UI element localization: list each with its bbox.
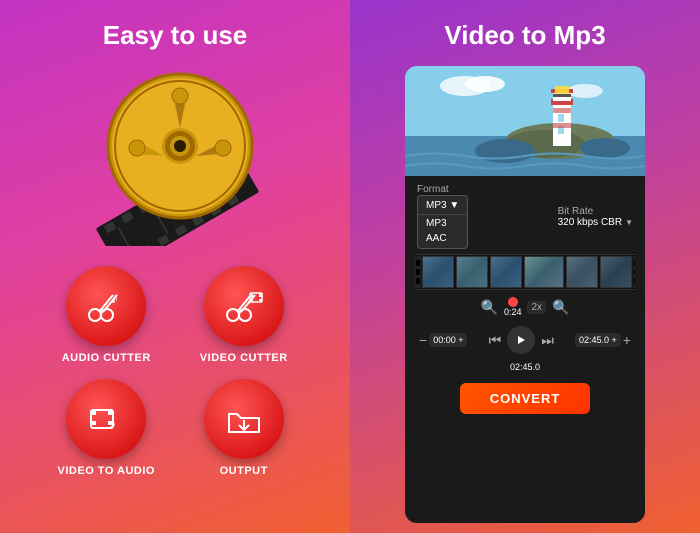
output-label: OUTPUT <box>220 465 268 477</box>
audio-cutter-icon-circle: ♪ <box>66 266 146 346</box>
playback-row: − 00:00 + ⏮ ⏭ 02:45.0 + + <box>415 324 635 356</box>
format-bitrate-row: Format MP3 ▼ MP3 AAC Bit Rate 320 kbps C… <box>415 184 635 249</box>
format-mp3-item[interactable]: MP3 <box>418 216 467 231</box>
bitrate-label: Bit Rate <box>558 206 633 217</box>
svg-text:♪: ♪ <box>109 415 116 431</box>
format-section: Format MP3 ▼ MP3 AAC <box>417 184 468 249</box>
bitrate-section: Bit Rate 320 kbps CBR ▼ <box>558 206 633 228</box>
phone-screen: Format MP3 ▼ MP3 AAC Bit Rate 320 kbps C… <box>405 66 645 523</box>
lighthouse-scene-svg <box>405 66 645 176</box>
audio-cutter-label: AUDIO CUTTER <box>62 352 151 364</box>
video-audio-label: VIDEO TO AUDIO <box>58 465 155 477</box>
video-audio-button[interactable]: ♪ VIDEO TO AUDIO <box>45 379 168 477</box>
audio-cutter-button[interactable]: ♪ AUDIO CUTTER <box>45 266 168 364</box>
play-button[interactable] <box>507 326 535 354</box>
video-preview <box>405 66 645 176</box>
video-cutter-button[interactable]: VIDEO CUTTER <box>183 266 306 364</box>
film-reel-illustration <box>75 66 275 246</box>
right-panel: Video to Mp3 <box>350 0 700 533</box>
film-frame-4 <box>524 256 564 288</box>
convert-button[interactable]: CONVERT <box>460 383 591 414</box>
zoom-out-icon[interactable]: 🔍 <box>552 299 569 316</box>
format-label: Format <box>417 184 468 195</box>
start-minus-btn[interactable]: − <box>419 332 427 348</box>
folder-download-icon <box>223 398 265 440</box>
time-marker: 0:24 <box>504 297 522 317</box>
end-time-control: 02:45.0 + + <box>575 332 631 348</box>
film-reel-svg <box>75 66 275 246</box>
left-title: Easy to use <box>103 20 248 51</box>
right-title: Video to Mp3 <box>444 20 605 51</box>
play-icon <box>515 334 527 346</box>
bitrate-value[interactable]: 320 kbps CBR ▼ <box>558 217 633 228</box>
controls-area: Format MP3 ▼ MP3 AAC Bit Rate 320 kbps C… <box>405 176 645 523</box>
duration-display: 02:45.0 <box>510 362 540 372</box>
film-frame-2 <box>456 256 488 288</box>
video-cutter-label: VIDEO CUTTER <box>200 352 288 364</box>
film-frame-1 <box>422 256 454 288</box>
format-mp3-option[interactable]: MP3 ▼ <box>418 198 467 213</box>
left-panel: Easy to use <box>0 0 350 533</box>
app-buttons-grid: ♪ AUDIO CUTTER <box>45 266 305 477</box>
output-button[interactable]: OUTPUT <box>183 379 306 477</box>
duration-row: 02:45.0 <box>415 361 635 373</box>
film-holes-right <box>633 256 635 288</box>
zoom-in-icon[interactable]: 🔍 <box>481 299 498 316</box>
output-icon-circle <box>204 379 284 459</box>
skip-forward-icon[interactable]: ⏭ <box>541 332 554 349</box>
end-plus-btn[interactable]: + <box>623 332 631 348</box>
format-dropdown[interactable]: MP3 ▼ MP3 AAC <box>417 195 468 249</box>
playback-controls: ⏮ ⏭ <box>489 326 554 354</box>
current-time: 0:24 <box>504 307 522 317</box>
zoom-level: 2x <box>527 301 546 314</box>
zoom-timeline-row: 🔍 0:24 2x 🔍 <box>415 295 635 319</box>
film-music-icon: ♪ <box>85 398 127 440</box>
start-time-control: − 00:00 + <box>419 332 467 348</box>
film-holes-left <box>415 256 421 288</box>
scissors-film-icon <box>223 285 265 327</box>
video-cutter-icon-circle <box>204 266 284 346</box>
end-time-display: 02:45.0 + <box>575 333 621 347</box>
filmstrip[interactable] <box>415 254 635 290</box>
film-frame-6 <box>600 256 632 288</box>
scissors-music-icon: ♪ <box>85 285 127 327</box>
video-audio-icon-circle: ♪ <box>66 379 146 459</box>
skip-back-icon[interactable]: ⏮ <box>489 332 502 349</box>
film-frame-5 <box>566 256 598 288</box>
svg-text:♪: ♪ <box>111 290 118 306</box>
start-time-display: 00:00 + <box>429 333 467 347</box>
film-frame-3 <box>490 256 522 288</box>
format-aac-item[interactable]: AAC <box>418 231 467 246</box>
time-marker-dot <box>508 297 518 307</box>
